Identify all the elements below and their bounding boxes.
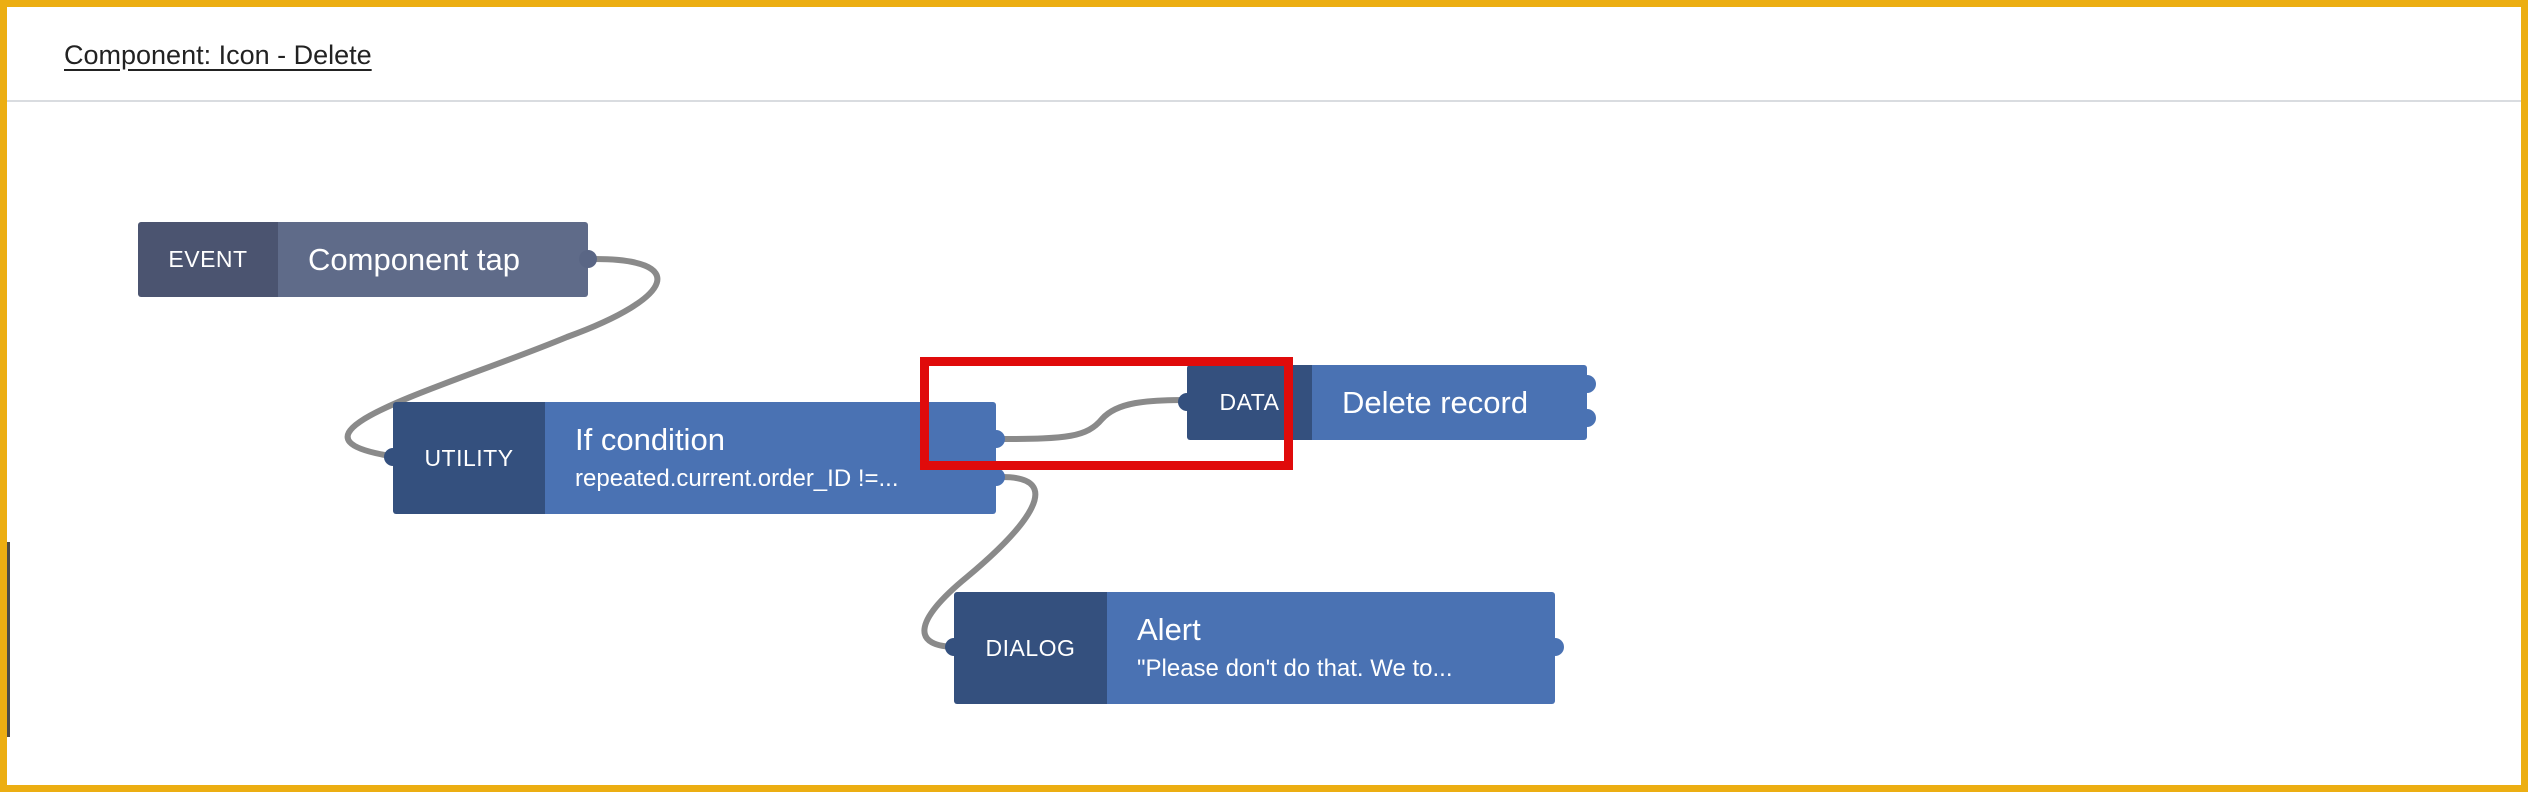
dialog-input-port[interactable] bbox=[945, 638, 963, 656]
dialog-badge: DIALOG bbox=[954, 592, 1107, 704]
data-delete-record-block[interactable]: DATA Delete record bbox=[1178, 365, 1596, 440]
utility-input-port[interactable] bbox=[384, 448, 402, 466]
utility-true-output-port[interactable] bbox=[987, 430, 1005, 448]
dialog-content: Alert "Please don't do that. We to... bbox=[1107, 592, 1555, 704]
dialog-title: Alert bbox=[1137, 612, 1201, 647]
event-output-port[interactable] bbox=[579, 250, 597, 268]
utility-badge: UTILITY bbox=[393, 402, 545, 514]
data-input-port[interactable] bbox=[1178, 393, 1196, 411]
data-badge: DATA bbox=[1187, 365, 1312, 440]
data-success-output-port[interactable] bbox=[1578, 375, 1596, 393]
utility-false-output-port[interactable] bbox=[987, 468, 1005, 486]
event-content: Component tap bbox=[278, 222, 588, 297]
data-title: Delete record bbox=[1342, 384, 1529, 420]
utility-if-condition-block[interactable]: UTILITY If condition repeated.current.or… bbox=[384, 402, 1005, 514]
data-error-output-port[interactable] bbox=[1578, 409, 1596, 427]
utility-title: If condition bbox=[575, 422, 725, 457]
utility-content: If condition repeated.current.order_ID !… bbox=[545, 402, 996, 514]
data-content: Delete record bbox=[1312, 365, 1587, 440]
dialog-output-port[interactable] bbox=[1546, 638, 1564, 656]
event-title: Component tap bbox=[308, 241, 520, 277]
event-badge: EVENT bbox=[138, 222, 278, 297]
logic-editor-frame: Component: Icon - Delete EVENT Component… bbox=[0, 0, 2528, 792]
event-component-tap-block[interactable]: EVENT Component tap bbox=[138, 222, 597, 297]
utility-condition-expression: repeated.current.order_ID !=... bbox=[575, 465, 899, 492]
wire-utility-to-data bbox=[999, 397, 1190, 442]
dialog-alert-block[interactable]: DIALOG Alert "Please don't do that. We t… bbox=[945, 592, 1564, 704]
dialog-message: "Please don't do that. We to... bbox=[1137, 655, 1453, 682]
